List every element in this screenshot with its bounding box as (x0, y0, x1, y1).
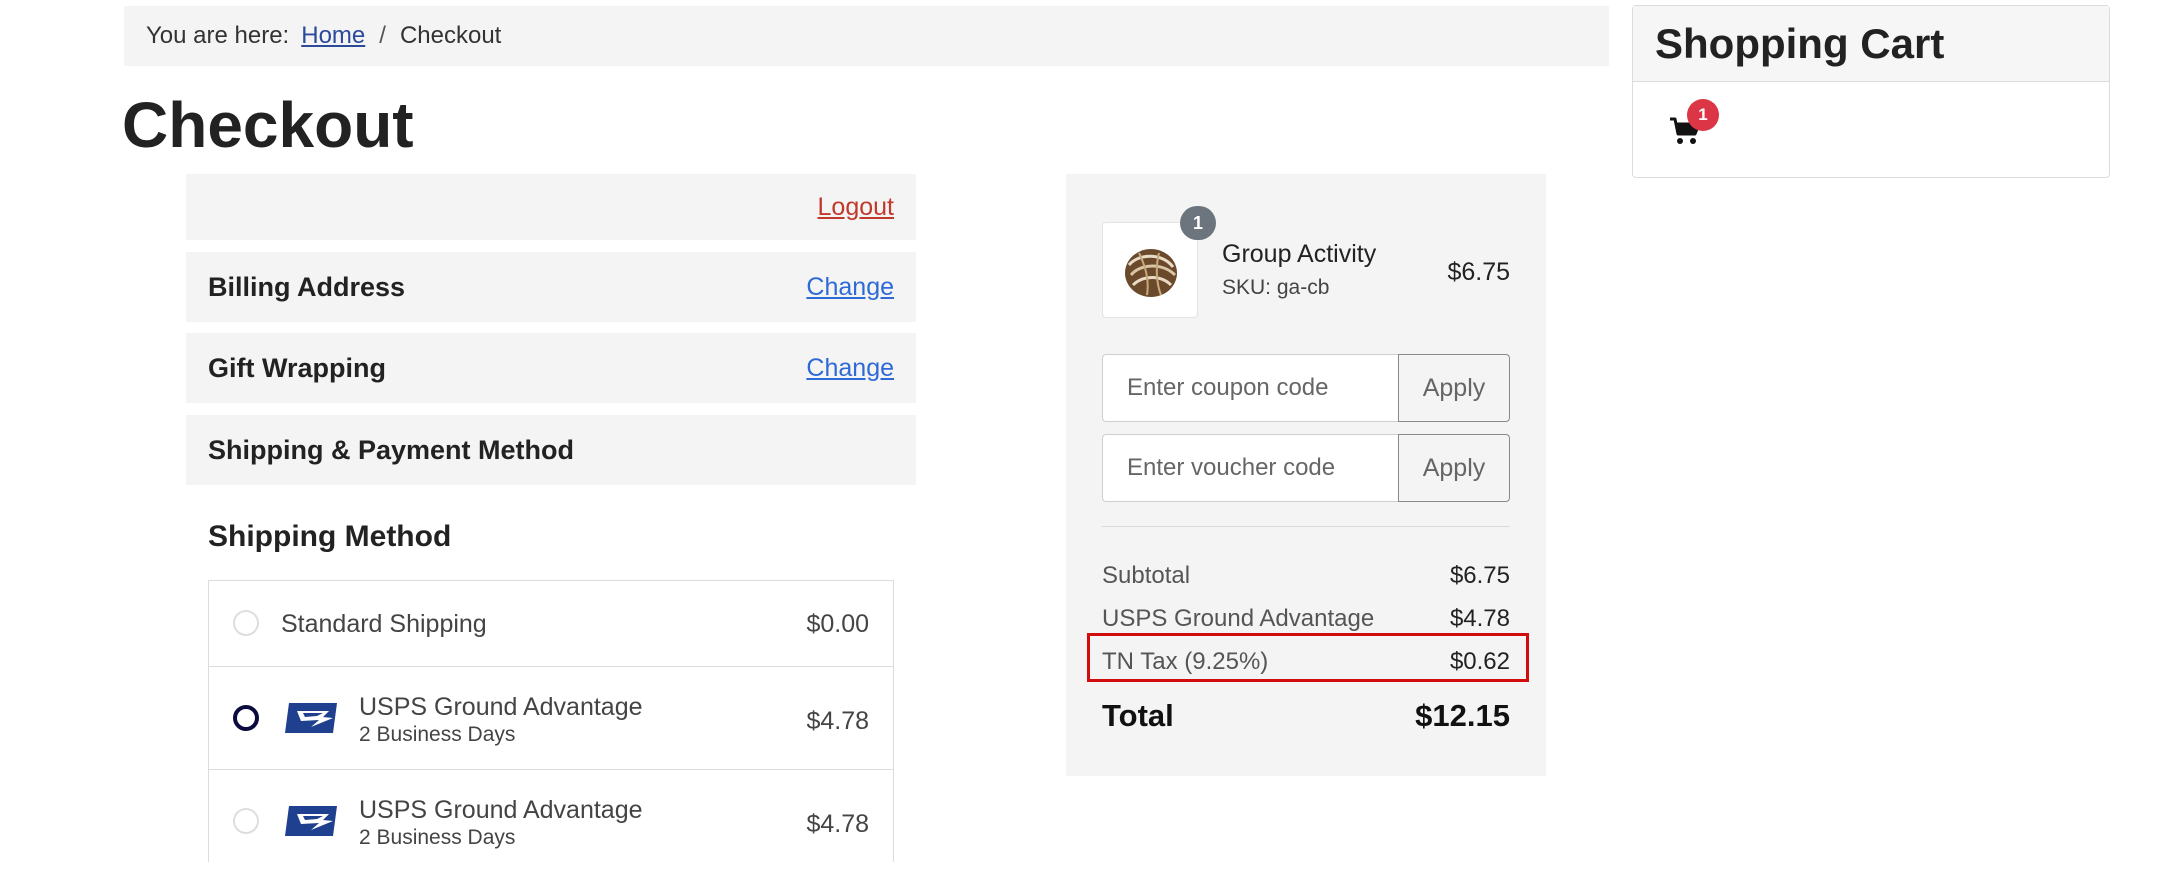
product-name: Group Activity (1222, 240, 1377, 268)
breadcrumb: You are here: Home / Checkout (124, 6, 1609, 66)
usps-eagle-icon (285, 703, 337, 733)
shipping-option-usps-1[interactable]: USPS Ground Advantage 2 Business Days $4… (209, 667, 893, 770)
shopping-cart-widget: Shopping Cart 1 (1632, 5, 2110, 178)
tax-highlight-box (1087, 633, 1529, 682)
voucher-apply-button[interactable]: Apply (1398, 434, 1510, 502)
shipping-radio-usps-1[interactable] (233, 705, 259, 731)
shipping-option-price: $0.00 (806, 610, 869, 638)
shipping-option-usps-2[interactable]: USPS Ground Advantage 2 Business Days $4… (209, 770, 893, 873)
cart-count-badge: 1 (1687, 99, 1719, 131)
voucher-form: Apply (1102, 434, 1510, 502)
voucher-code-input[interactable] (1102, 434, 1398, 502)
product-price: $6.75 (1447, 258, 1510, 286)
coupon-code-input[interactable] (1102, 354, 1398, 422)
breadcrumb-separator: / (379, 22, 386, 49)
shipping-option-name: USPS Ground Advantage (359, 693, 643, 721)
logout-link[interactable]: Logout (818, 193, 894, 222)
shipping-option-eta: 2 Business Days (359, 723, 516, 746)
total-label: Total (1102, 698, 1174, 733)
coupon-apply-button[interactable]: Apply (1398, 354, 1510, 422)
shipping-radio-usps-2[interactable] (233, 808, 259, 834)
shipping-method-heading: Shipping Method (208, 520, 452, 553)
shipping-option-eta: 2 Business Days (359, 826, 516, 849)
subtotal-row: Subtotal $6.75 (1102, 562, 1510, 590)
product-sku: SKU: ga-cb (1222, 276, 1330, 299)
breadcrumb-current: Checkout (399, 22, 502, 49)
page-title: Checkout (122, 89, 414, 161)
shipping-options-list: Standard Shipping $0.00 USPS Ground Adva… (208, 580, 894, 862)
gift-wrapping-step: Gift Wrapping Change (186, 333, 916, 403)
order-summary: 1 Group Activity SKU: ga-cb $6.75 Apply … (1066, 174, 1546, 776)
shopping-cart-title: Shopping Cart (1633, 6, 2109, 82)
subtotal-label: Subtotal (1102, 562, 1191, 589)
shipping-option-name: USPS Ground Advantage (359, 796, 643, 824)
gift-change-link[interactable]: Change (806, 354, 894, 383)
billing-address-title: Billing Address (208, 271, 406, 302)
shipping-cost-row: USPS Ground Advantage $4.78 (1102, 605, 1510, 633)
billing-change-link[interactable]: Change (806, 273, 894, 302)
shipping-radio-standard[interactable] (233, 610, 259, 636)
coupon-form: Apply (1102, 354, 1510, 422)
shipping-cost-label: USPS Ground Advantage (1102, 605, 1375, 632)
breadcrumb-prefix: You are here: (146, 22, 290, 49)
logout-bar: Logout (186, 174, 916, 240)
gift-wrapping-title: Gift Wrapping (208, 352, 386, 383)
summary-divider (1102, 526, 1510, 527)
shipping-option-price: $4.78 (806, 707, 869, 735)
chocolate-truffle-icon (1125, 249, 1177, 297)
billing-address-step: Billing Address Change (186, 252, 916, 322)
shipping-option-name: Standard Shipping (281, 610, 487, 638)
total-value: $12.15 (1415, 698, 1510, 733)
shipping-option-standard[interactable]: Standard Shipping $0.00 (209, 581, 893, 667)
shipping-option-price: $4.78 (806, 810, 869, 838)
usps-eagle-icon (285, 806, 337, 836)
subtotal-value: $6.75 (1449, 562, 1510, 589)
breadcrumb-home-link[interactable]: Home (301, 22, 365, 50)
shipping-payment-step: Shipping & Payment Method (186, 415, 916, 485)
shipping-payment-title: Shipping & Payment Method (208, 434, 575, 465)
total-row: Total $12.15 (1102, 698, 1510, 734)
product-quantity-badge: 1 (1180, 206, 1216, 240)
product-image (1102, 222, 1198, 318)
shipping-cost-value: $4.78 (1449, 605, 1510, 632)
